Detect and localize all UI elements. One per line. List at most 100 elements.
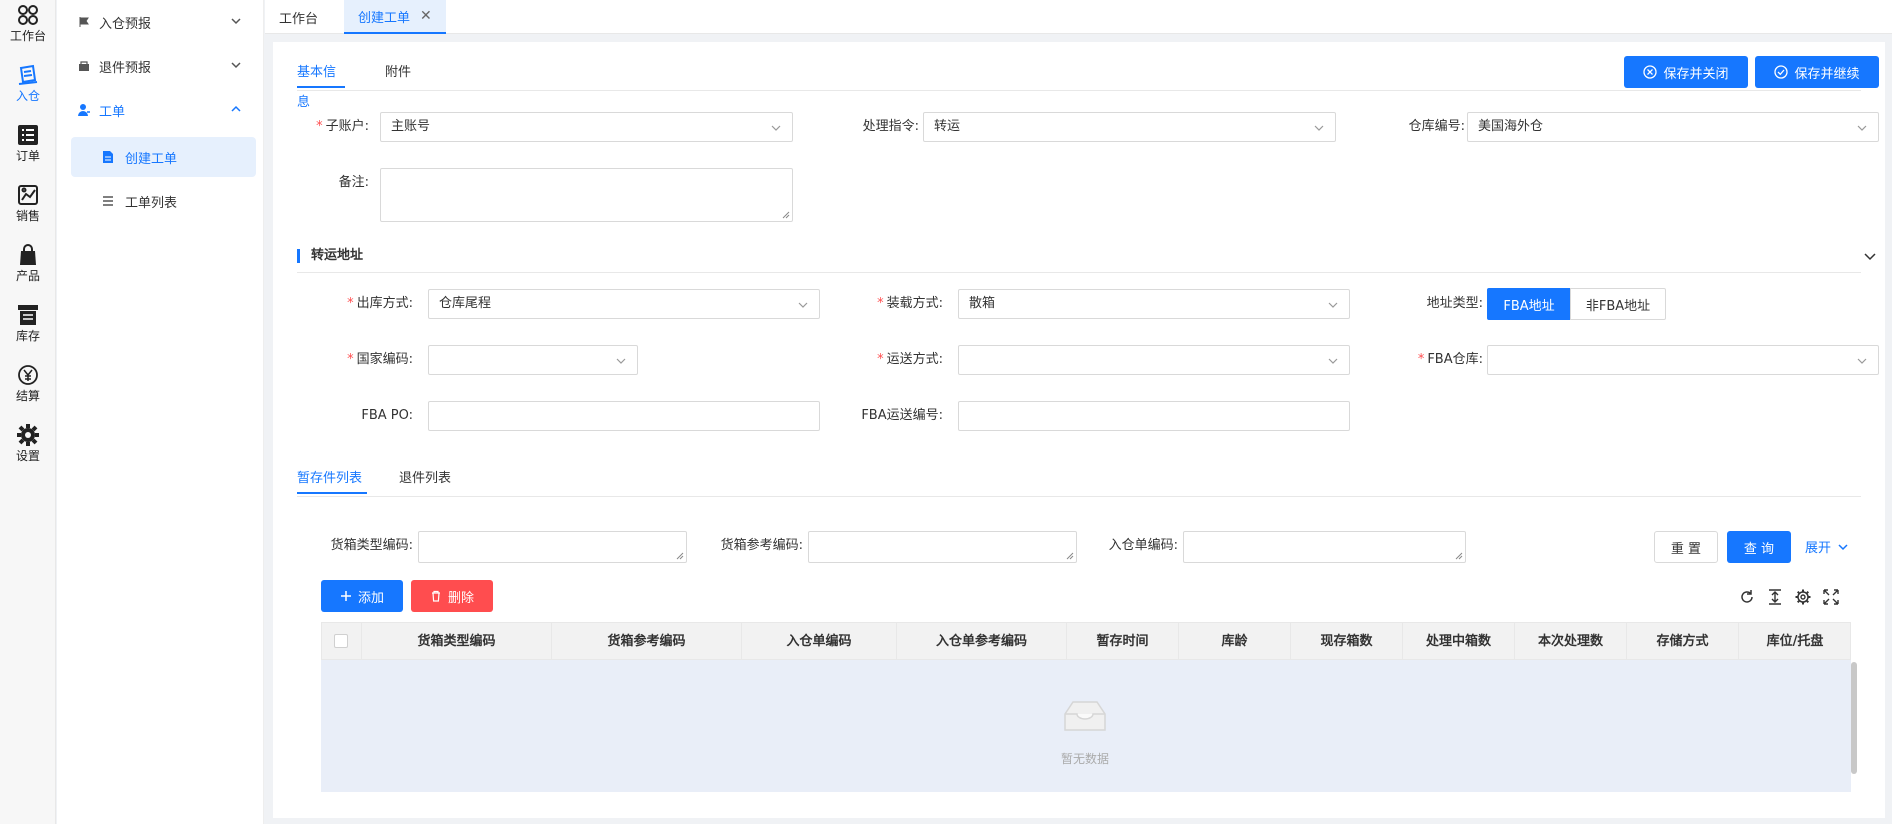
shipping-method-select[interactable] [958, 345, 1350, 375]
column-header[interactable]: 入仓单参考编码 [897, 623, 1067, 661]
trash-icon [431, 590, 440, 602]
tab-attachment[interactable]: 附件 [385, 58, 411, 88]
fba-shipment-no-input[interactable] [958, 401, 1350, 431]
resize-handle-icon[interactable] [1455, 552, 1463, 560]
column-header[interactable]: 库位/托盘 [1739, 623, 1851, 661]
rail-item-inventory[interactable]: 库存 [0, 300, 56, 356]
rail-item-sales[interactable]: 销售 [0, 180, 56, 236]
rail-item-settings[interactable]: 设置 [0, 420, 56, 476]
fba-po-label: FBA PO: [361, 408, 413, 423]
column-height-icon[interactable] [1766, 588, 1784, 606]
country-code-label: * 国家编码: [347, 352, 413, 367]
select-all-checkbox[interactable] [334, 634, 348, 648]
rail-label: 工作台 [9, 29, 46, 43]
column-header[interactable]: 货箱参考编码 [552, 623, 742, 661]
menu-item-work-order[interactable]: 工单 [57, 92, 264, 128]
remark-textarea[interactable] [380, 168, 793, 222]
resize-handle-icon[interactable] [676, 552, 684, 560]
tab-temp-storage-list[interactable]: 暂存件列表 [297, 464, 367, 494]
close-icon[interactable]: ✕ [420, 8, 432, 24]
rail-label: 销售 [15, 209, 40, 223]
column-header[interactable]: 库龄 [1179, 623, 1291, 661]
fba-warehouse-label: * FBA仓库: [1417, 352, 1483, 367]
menu-item-return-forecast[interactable]: 退件预报 [57, 48, 264, 84]
fba-po-input[interactable] [428, 401, 820, 431]
box-type-code-input[interactable] [418, 531, 687, 563]
column-header[interactable]: 入仓单编码 [742, 623, 897, 661]
button-label: 保存并关闭 [1663, 66, 1729, 82]
menu-item-label: 工单 [99, 104, 126, 120]
button-label: 添加 [357, 590, 384, 606]
reset-button[interactable]: 重 置 [1654, 531, 1718, 563]
fullscreen-icon[interactable] [1822, 588, 1840, 606]
loading-method-select[interactable]: 散箱 [958, 289, 1350, 319]
rail-item-inbound[interactable]: 入仓 [0, 60, 56, 116]
user-icon [77, 103, 91, 117]
column-header[interactable]: 本次处理数 [1515, 623, 1627, 661]
button-label: 删除 [447, 590, 474, 606]
rail-label: 结算 [15, 389, 40, 403]
box-ref-code-input[interactable] [808, 531, 1077, 563]
column-header[interactable]: 货箱类型编码 [362, 623, 552, 661]
save-continue-button[interactable]: 保存并继续 [1755, 56, 1879, 88]
rail-label: 入仓 [15, 89, 40, 103]
column-header[interactable]: 暂存时间 [1067, 623, 1179, 661]
page-tab-workbench[interactable]: 工作台 [265, 0, 332, 34]
sub-account-label: * 子账户: [316, 119, 369, 134]
rail-item-workbench[interactable]: 工作台 [0, 0, 56, 56]
expand-toggle[interactable]: 展开 [1805, 537, 1849, 556]
resize-handle-icon[interactable] [1066, 552, 1074, 560]
warehouse-select[interactable]: 美国海外仓 [1467, 112, 1879, 142]
delete-button[interactable]: 删除 [411, 580, 493, 612]
button-label: 重 置 [1670, 541, 1702, 557]
menu-item-inbound-forecast[interactable]: 入仓预报 [57, 4, 264, 40]
column-header[interactable]: 存储方式 [1627, 623, 1739, 661]
save-close-button[interactable]: 保存并关闭 [1624, 56, 1748, 88]
rail-label: 设置 [15, 449, 40, 463]
country-code-select[interactable] [428, 345, 638, 375]
rail-item-product[interactable]: 产品 [0, 240, 56, 296]
column-header[interactable]: 现存箱数 [1291, 623, 1403, 661]
address-type-label: 地址类型: [1426, 296, 1483, 311]
bag-icon [20, 244, 36, 265]
inbound-no-input[interactable] [1183, 531, 1466, 563]
resize-handle-icon[interactable] [782, 211, 790, 219]
tab-basic-info[interactable]: 基本信息 [297, 58, 345, 110]
tab-label: 退件列表 [399, 471, 452, 486]
address-type-non-fba-option[interactable]: 非FBA地址 [1570, 288, 1666, 320]
fba-shipment-no-label: FBA运送编号: [861, 408, 943, 423]
content-card: 基本信息 附件 保存并关闭 保存并继续 * 子账户: 主账号 处理指令: 转运 仓… [273, 42, 1885, 818]
page-tab-label: 创建工单 [358, 10, 411, 26]
expand-label: 展开 [1805, 541, 1832, 556]
button-label: 保存并继续 [1794, 66, 1860, 82]
chevron-down-icon[interactable] [1863, 249, 1877, 263]
rail-label: 库存 [15, 329, 40, 343]
query-button[interactable]: 查 询 [1727, 531, 1791, 563]
submenu-item-create-work-order[interactable]: 创建工单 [71, 137, 256, 177]
submenu-item-work-order-list[interactable]: 工单列表 [71, 181, 256, 221]
instruction-select[interactable]: 转运 [923, 112, 1336, 142]
sub-account-select[interactable]: 主账号 [380, 112, 793, 142]
rail-item-settlement[interactable]: 结算 [0, 360, 56, 416]
add-button[interactable]: 添加 [321, 580, 403, 612]
address-type-fba-option[interactable]: FBA地址 [1487, 288, 1571, 320]
chevron-down-icon [1314, 125, 1324, 131]
chevron-down-icon [1857, 125, 1867, 131]
fba-warehouse-select[interactable] [1487, 345, 1879, 375]
tab-label: 基本信息 [297, 65, 337, 110]
rail-item-order[interactable]: 订单 [0, 120, 56, 176]
button-label: 查 询 [1743, 541, 1775, 557]
menu-item-label: 入仓预报 [99, 16, 152, 32]
column-header[interactable]: 处理中箱数 [1403, 623, 1515, 661]
chevron-down-icon [1328, 358, 1338, 364]
gear-icon [17, 424, 39, 446]
table-scrollbar[interactable] [1851, 662, 1857, 774]
box-ref-code-label: 货箱参考编码: [720, 538, 803, 553]
rail-label: 产品 [15, 269, 40, 283]
settings-icon[interactable] [1794, 588, 1812, 606]
tab-return-list[interactable]: 退件列表 [399, 464, 451, 494]
page-tab-create-work-order[interactable]: 创建工单 ✕ [344, 0, 446, 34]
outbound-method-select[interactable]: 仓库尾程 [428, 289, 820, 319]
list-lines-icon [101, 194, 115, 208]
refresh-icon[interactable] [1738, 588, 1756, 606]
